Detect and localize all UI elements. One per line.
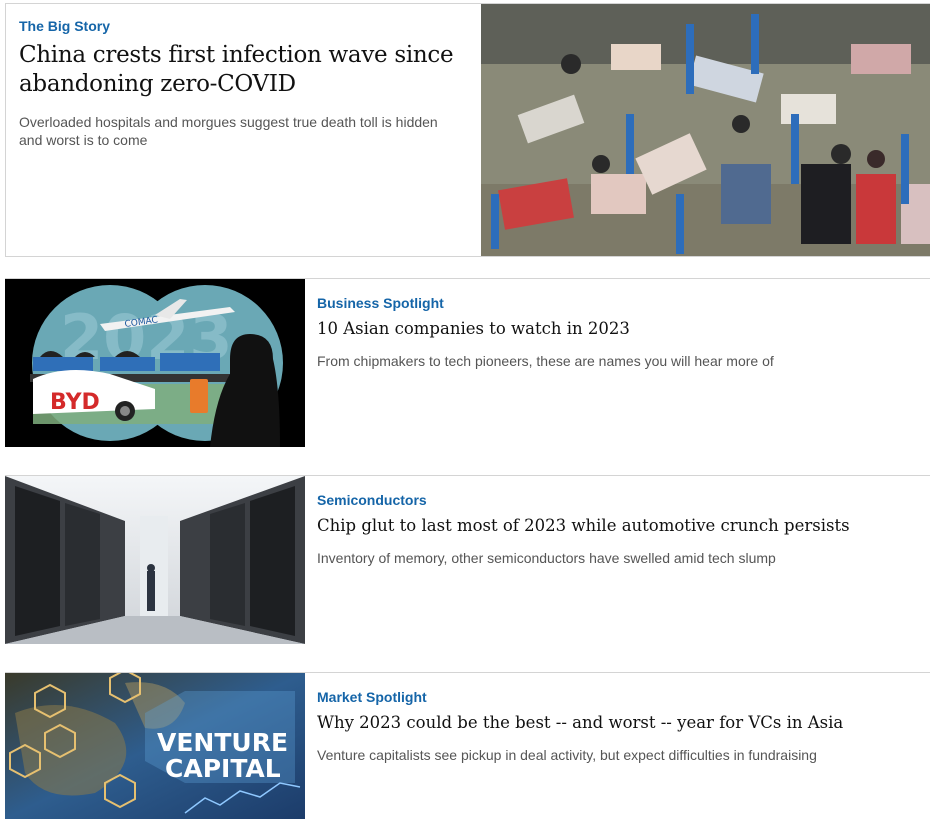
article-summary: From chipmakers to tech pioneers, these … xyxy=(317,353,774,369)
article-summary: Inventory of memory, other semiconductor… xyxy=(317,550,776,566)
article-text: Business Spotlight 10 Asian companies to… xyxy=(317,294,917,370)
article-card[interactable]: Semiconductors Chip glut to last most of… xyxy=(5,475,930,644)
article-headline[interactable]: Why 2023 could be the best -- and worst … xyxy=(317,712,917,734)
article-kicker[interactable]: Business Spotlight xyxy=(317,294,917,312)
asian-companies-illustration[interactable]: 2023 COMAC BYD xyxy=(5,279,305,447)
article-card[interactable]: VENTURE CAPITAL Market Spotlight Why 202… xyxy=(5,672,930,819)
hospital-ward-photo[interactable] xyxy=(481,4,930,256)
venture-capital-illustration[interactable]: VENTURE CAPITAL xyxy=(5,673,305,819)
article-card[interactable]: 2023 COMAC BYD Business Spotlight 10 Asi… xyxy=(5,278,930,447)
article-kicker[interactable]: Semiconductors xyxy=(317,491,917,509)
big-story-card[interactable]: The Big Story China crests first infecti… xyxy=(5,3,930,257)
article-headline[interactable]: Chip glut to last most of 2023 while aut… xyxy=(317,515,917,537)
article-kicker[interactable]: Market Spotlight xyxy=(317,688,917,706)
article-text: Market Spotlight Why 2023 could be the b… xyxy=(317,688,917,764)
big-story-summary: Overloaded hospitals and morgues suggest… xyxy=(19,114,438,148)
article-headline[interactable]: 10 Asian companies to watch in 2023 xyxy=(317,318,917,340)
big-story-kicker[interactable]: The Big Story xyxy=(19,17,459,35)
article-summary: Venture capitalists see pickup in deal a… xyxy=(317,747,817,763)
big-story-headline[interactable]: China crests first infection wave since … xyxy=(19,41,459,99)
data-center-photo[interactable] xyxy=(5,476,305,644)
big-story-text: The Big Story China crests first infecti… xyxy=(19,17,459,149)
illustration-venture-text: VENTURE xyxy=(157,728,288,757)
illustration-capital-text: CAPITAL xyxy=(165,754,281,783)
article-text: Semiconductors Chip glut to last most of… xyxy=(317,491,917,567)
illustration-car-text: BYD xyxy=(50,390,100,415)
